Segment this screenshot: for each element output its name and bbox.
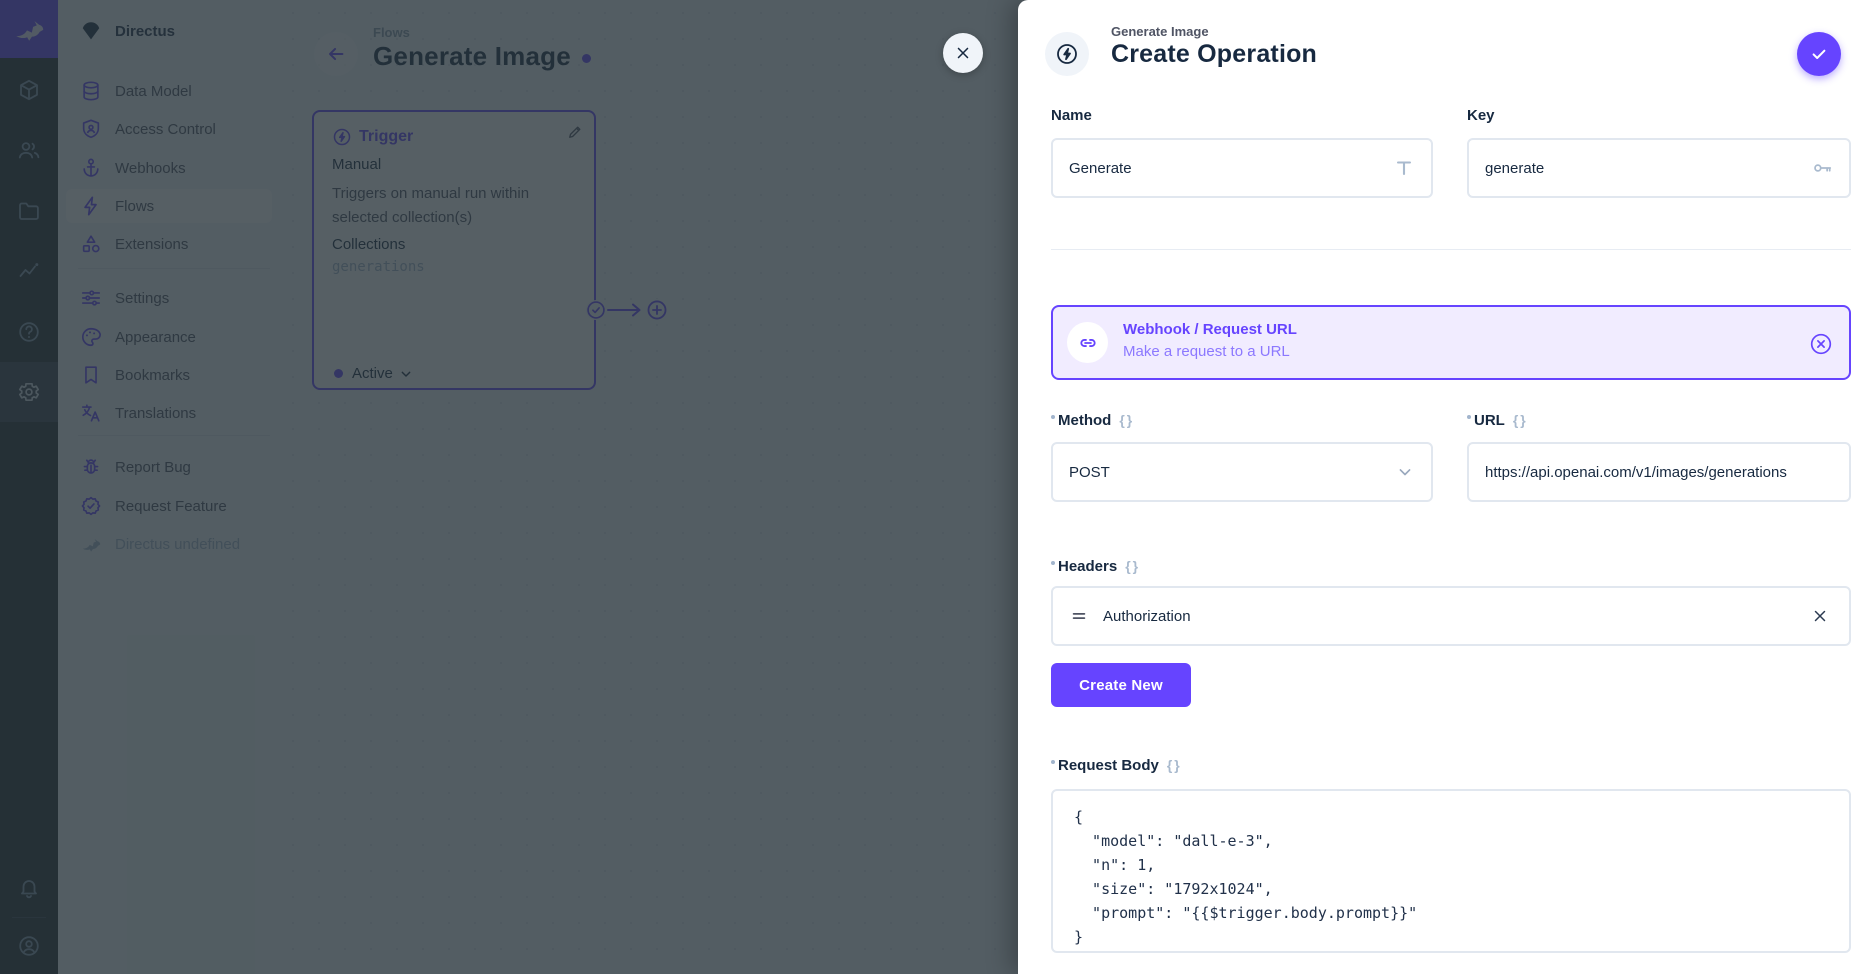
- field-label-text: Key: [1467, 107, 1495, 124]
- headers-field-label: Headers {}: [1051, 558, 1433, 575]
- key-input-value: generate: [1485, 160, 1811, 177]
- close-icon: [954, 44, 972, 62]
- key-icon: [1811, 157, 1833, 179]
- required-dot: [1051, 561, 1055, 565]
- create-new-button[interactable]: Create New: [1051, 663, 1191, 707]
- raw-value-braces-icon[interactable]: {}: [1513, 412, 1528, 428]
- raw-value-braces-icon[interactable]: {}: [1125, 558, 1140, 574]
- drag-handle-icon[interactable]: [1069, 606, 1089, 626]
- field-label-text: Headers: [1058, 558, 1117, 575]
- url-field-label: URL {}: [1467, 412, 1851, 429]
- bolt-circle-icon: [1055, 42, 1079, 66]
- url-input[interactable]: https://api.openai.com/v1/images/generat…: [1467, 442, 1851, 502]
- field-label-text: Method: [1058, 412, 1111, 429]
- drawer-cancel-button[interactable]: [943, 33, 983, 73]
- chevron-down-icon: [1395, 462, 1415, 482]
- request-body-field-label: Request Body {}: [1051, 757, 1433, 774]
- check-icon: [1809, 44, 1829, 64]
- remove-header-x-icon[interactable]: [1811, 607, 1829, 625]
- code-line: "size": "1792x1024",: [1074, 877, 1849, 901]
- method-select-value: POST: [1069, 464, 1395, 481]
- key-input[interactable]: generate: [1467, 138, 1851, 198]
- banner-subtitle: Make a request to a URL: [1123, 343, 1290, 360]
- raw-value-braces-icon[interactable]: {}: [1119, 412, 1134, 428]
- method-select[interactable]: POST: [1051, 442, 1433, 502]
- app-window: Directus Data Model Access Control Webho…: [0, 0, 1865, 974]
- code-line: "prompt": "{{$trigger.body.prompt}}": [1074, 901, 1849, 925]
- title-T-icon: [1393, 157, 1415, 179]
- request-body-editor[interactable]: { "model": "dall-e-3", "n": 1, "size": "…: [1051, 789, 1851, 953]
- create-operation-drawer: Generate Image Create Operation Name Key…: [1018, 0, 1865, 974]
- required-dot: [1051, 415, 1055, 419]
- link-icon: [1067, 322, 1108, 363]
- drawer-title: Create Operation: [1111, 40, 1317, 69]
- raw-value-braces-icon[interactable]: {}: [1167, 757, 1182, 773]
- key-field-label: Key: [1467, 107, 1851, 124]
- name-input-value: Generate: [1069, 160, 1393, 177]
- section-divider: [1051, 249, 1851, 250]
- code-line: {: [1074, 805, 1849, 829]
- name-field-label: Name: [1051, 107, 1433, 124]
- header-row: Authorization: [1051, 586, 1851, 646]
- banner-title: Webhook / Request URL: [1123, 321, 1297, 338]
- drawer-breadcrumb: Generate Image: [1111, 24, 1209, 39]
- code-line: "n": 1,: [1074, 853, 1849, 877]
- code-line: "model": "dall-e-3",: [1074, 829, 1849, 853]
- create-new-label: Create New: [1079, 677, 1163, 694]
- header-row-value[interactable]: Authorization: [1103, 608, 1811, 625]
- drawer-header-icon: [1045, 32, 1089, 76]
- field-label-text: Request Body: [1058, 757, 1159, 774]
- circled-x-icon[interactable]: [1809, 332, 1833, 356]
- operation-type-banner[interactable]: Webhook / Request URL Make a request to …: [1051, 305, 1851, 380]
- save-button[interactable]: [1797, 32, 1841, 76]
- field-label-text: URL: [1474, 412, 1505, 429]
- code-line: }: [1074, 925, 1849, 949]
- required-dot: [1051, 760, 1055, 764]
- method-field-label: Method {}: [1051, 412, 1433, 429]
- url-input-value: https://api.openai.com/v1/images/generat…: [1485, 464, 1833, 481]
- name-input[interactable]: Generate: [1051, 138, 1433, 198]
- field-label-text: Name: [1051, 107, 1092, 124]
- required-dot: [1467, 415, 1471, 419]
